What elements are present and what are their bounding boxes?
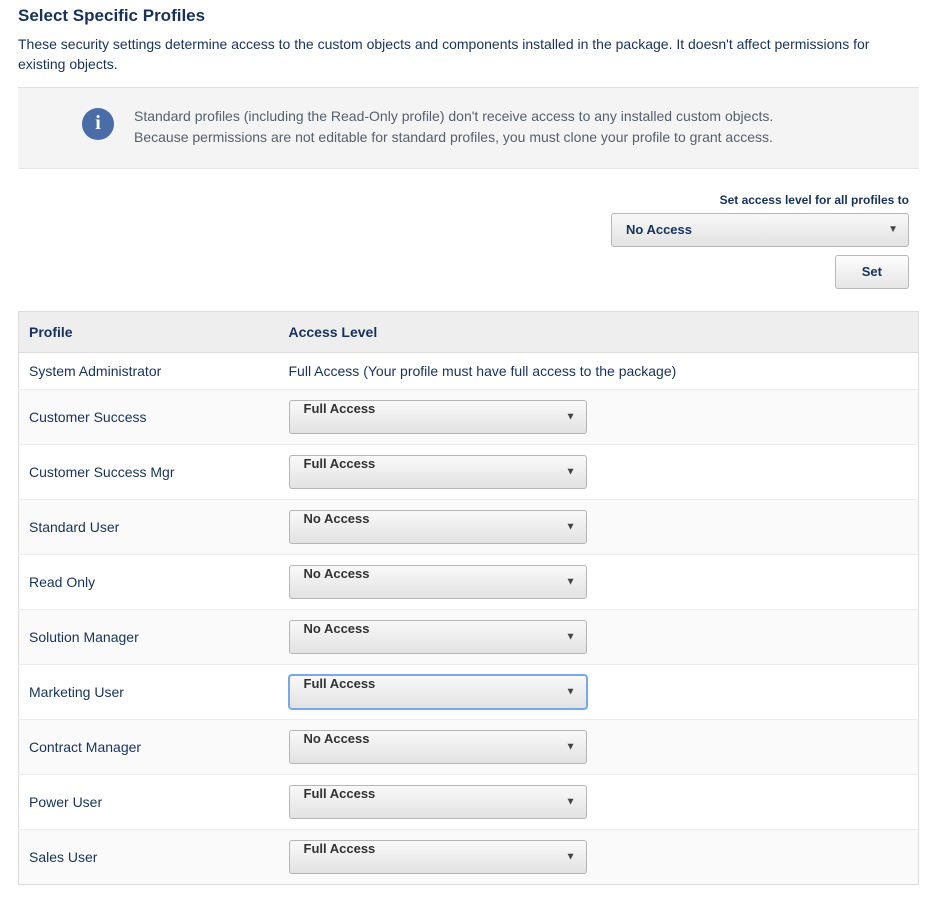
page-description: These security settings determine access…: [18, 34, 919, 75]
table-row: Solution Manager No Access ▼: [19, 609, 919, 664]
global-access-label: Set access level for all profiles to: [18, 193, 909, 207]
profile-access-cell: No Access ▼: [279, 609, 919, 664]
chevron-down-icon: ▼: [566, 851, 576, 862]
access-level-value: Full Access: [304, 401, 376, 416]
global-access-select-value: No Access: [626, 222, 692, 237]
profile-name-cell: Marketing User: [19, 664, 279, 719]
page-title: Select Specific Profiles: [18, 6, 919, 26]
access-level-select[interactable]: Full Access ▼: [289, 840, 587, 874]
chevron-down-icon: ▼: [566, 411, 576, 422]
profile-access-cell: Full Access ▼: [279, 664, 919, 719]
chevron-down-icon: ▼: [566, 741, 576, 752]
chevron-down-icon: ▼: [566, 796, 576, 807]
table-row: Contract Manager No Access ▼: [19, 719, 919, 774]
access-level-value: No Access: [304, 511, 370, 526]
table-row: Power User Full Access ▼: [19, 774, 919, 829]
col-header-profile: Profile: [19, 311, 279, 352]
access-level-select[interactable]: No Access ▼: [289, 620, 587, 654]
access-level-select[interactable]: Full Access ▼: [289, 675, 587, 709]
profile-access-cell: No Access ▼: [279, 499, 919, 554]
table-row-admin: System Administrator Full Access (Your p…: [19, 352, 919, 389]
info-icon: i: [82, 108, 114, 140]
profile-name-cell: Solution Manager: [19, 609, 279, 664]
access-level-select[interactable]: No Access ▼: [289, 510, 587, 544]
global-access-select[interactable]: No Access ▼: [611, 213, 909, 247]
chevron-down-icon: ▼: [888, 214, 898, 246]
access-level-value: No Access: [304, 621, 370, 636]
chevron-down-icon: ▼: [566, 631, 576, 642]
table-row: Marketing User Full Access ▼: [19, 664, 919, 719]
access-level-select[interactable]: No Access ▼: [289, 565, 587, 599]
profile-access-note: Full Access (Your profile must have full…: [279, 352, 919, 389]
set-button[interactable]: Set: [835, 255, 909, 289]
profile-name-cell: Power User: [19, 774, 279, 829]
profile-name-cell: Read Only: [19, 554, 279, 609]
access-level-select[interactable]: Full Access ▼: [289, 400, 587, 434]
profile-access-cell: No Access ▼: [279, 554, 919, 609]
profile-name-cell: Contract Manager: [19, 719, 279, 774]
access-level-value: No Access: [304, 731, 370, 746]
table-row: Standard User No Access ▼: [19, 499, 919, 554]
chevron-down-icon: ▼: [566, 576, 576, 587]
access-level-value: Full Access: [304, 676, 376, 691]
profile-access-cell: Full Access ▼: [279, 389, 919, 444]
info-panel: i Standard profiles (including the Read-…: [18, 87, 919, 169]
table-row: Read Only No Access ▼: [19, 554, 919, 609]
access-level-select[interactable]: Full Access ▼: [289, 455, 587, 489]
profile-access-cell: No Access ▼: [279, 719, 919, 774]
chevron-down-icon: ▼: [566, 521, 576, 532]
profiles-table: Profile Access Level System Administrato…: [18, 311, 919, 885]
chevron-down-icon: ▼: [566, 466, 576, 477]
profile-name-cell: Customer Success: [19, 389, 279, 444]
col-header-access: Access Level: [279, 311, 919, 352]
table-row: Sales User Full Access ▼: [19, 829, 919, 884]
table-row: Customer Success Mgr Full Access ▼: [19, 444, 919, 499]
access-level-select[interactable]: Full Access ▼: [289, 785, 587, 819]
profile-access-cell: Full Access ▼: [279, 774, 919, 829]
chevron-down-icon: ▼: [566, 686, 576, 697]
profile-name-cell: System Administrator: [19, 352, 279, 389]
access-level-value: Full Access: [304, 841, 376, 856]
profile-access-cell: Full Access ▼: [279, 829, 919, 884]
access-level-select[interactable]: No Access ▼: [289, 730, 587, 764]
access-level-value: Full Access: [304, 786, 376, 801]
info-text: Standard profiles (including the Read-On…: [134, 106, 784, 148]
profile-name-cell: Sales User: [19, 829, 279, 884]
profile-access-cell: Full Access ▼: [279, 444, 919, 499]
access-level-value: No Access: [304, 566, 370, 581]
profile-name-cell: Standard User: [19, 499, 279, 554]
access-level-value: Full Access: [304, 456, 376, 471]
profile-name-cell: Customer Success Mgr: [19, 444, 279, 499]
table-row: Customer Success Full Access ▼: [19, 389, 919, 444]
